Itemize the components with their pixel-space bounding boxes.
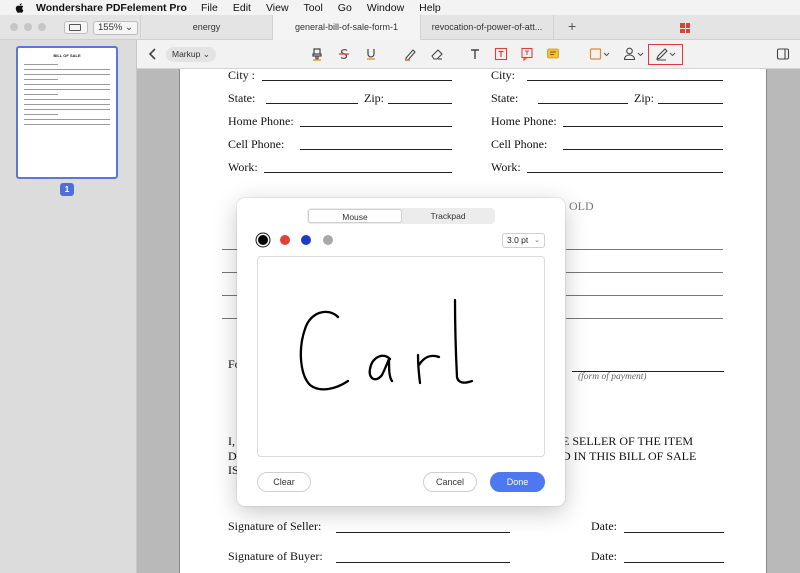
clear-button[interactable]: Clear xyxy=(257,472,311,492)
zoom-window-button[interactable] xyxy=(38,23,46,31)
label-cell-phone-left: Cell Phone: xyxy=(228,137,285,151)
apple-icon[interactable] xyxy=(14,2,26,14)
seller-date-label: Date: xyxy=(591,519,617,533)
color-swatch-gray[interactable] xyxy=(323,235,333,245)
declaration-line1-start: I, xyxy=(228,434,235,448)
label-home-phone-right: Home Phone: xyxy=(491,114,557,128)
menu-bar: Wondershare PDFelement Pro File Edit Vie… xyxy=(0,0,800,15)
menu-go[interactable]: Go xyxy=(338,2,352,14)
tab-mouse[interactable]: Mouse xyxy=(308,209,402,223)
label-state-left: State: xyxy=(228,91,256,105)
label-home-phone-left: Home Phone: xyxy=(228,114,294,128)
menu-file[interactable]: File xyxy=(201,2,218,14)
back-icon[interactable] xyxy=(145,46,161,62)
sidebar-icon xyxy=(69,24,81,31)
signature-icon[interactable] xyxy=(653,46,679,62)
signature-drawing-canvas[interactable] xyxy=(257,256,545,457)
section-heading-fragment: OLD xyxy=(569,199,594,213)
zoom-value: 155% xyxy=(98,22,123,33)
thumbnail-title: BILL OF SALE xyxy=(53,53,81,58)
new-tab-button[interactable]: + xyxy=(568,18,576,34)
window-controls xyxy=(10,23,46,31)
signature-dialog: Mouse Trackpad 3.0 pt ⌄ Clear Cancel Don… xyxy=(237,198,565,506)
highlight-icon[interactable] xyxy=(309,46,325,62)
apps-grid-icon[interactable] xyxy=(680,23,690,33)
menu-edit[interactable]: Edit xyxy=(233,2,251,14)
tab-energy[interactable]: energy xyxy=(140,15,272,40)
menu-help[interactable]: Help xyxy=(419,2,441,14)
declaration-line1-end: E SELLER OF THE ITEM xyxy=(562,434,694,448)
strikethrough-icon[interactable] xyxy=(336,46,352,62)
color-swatch-blue[interactable] xyxy=(301,235,311,245)
buyer-date-label: Date: xyxy=(591,549,617,563)
textbox-icon[interactable] xyxy=(493,46,509,62)
label-work-right: Work: xyxy=(491,160,521,174)
note-icon[interactable] xyxy=(545,46,561,62)
text-icon[interactable] xyxy=(467,46,483,62)
handwritten-signature xyxy=(299,298,474,391)
panel-icon[interactable] xyxy=(775,46,791,62)
input-mode-segmented-control: Mouse Trackpad xyxy=(307,208,495,224)
tab-trackpad[interactable]: Trackpad xyxy=(402,209,494,223)
tab-general-bill-of-sale[interactable]: general-bill-of-sale-form-1 xyxy=(272,15,420,40)
menu-window[interactable]: Window xyxy=(367,2,404,14)
label-city-left: City : xyxy=(228,69,256,82)
declaration-line2-start: D xyxy=(228,449,237,463)
seller-signature-label: Signature of Seller: xyxy=(228,519,322,533)
label-work-left: Work: xyxy=(228,160,258,174)
markup-mode-button[interactable]: Markup ⌄ xyxy=(166,47,216,62)
close-window-button[interactable] xyxy=(10,23,18,31)
callout-icon[interactable] xyxy=(519,46,535,62)
page-number-badge: 1 xyxy=(60,183,74,196)
label-zip-left: Zip: xyxy=(364,91,384,105)
label-cell-phone-right: Cell Phone: xyxy=(491,137,548,151)
page-thumbnail[interactable]: BILL OF SALE xyxy=(16,46,118,179)
underline-icon[interactable] xyxy=(363,46,379,62)
done-button[interactable]: Done xyxy=(490,472,545,492)
stroke-width-value: 3.0 pt xyxy=(507,235,529,245)
stamp-icon[interactable] xyxy=(621,46,647,62)
pencil-icon[interactable] xyxy=(402,46,418,62)
buyer-signature-label: Signature of Buyer: xyxy=(228,549,323,563)
chevron-down-icon: ⌄ xyxy=(534,237,540,244)
thumbnail-sidebar: BILL OF SALE 1 xyxy=(0,40,137,573)
tab-bar: 155% ⌄ energy general-bill-of-sale-form-… xyxy=(0,15,800,40)
label-city-right: City: xyxy=(491,69,516,82)
shape-icon[interactable] xyxy=(587,46,613,62)
declaration-line2-end: D IN THIS BILL OF SALE xyxy=(562,449,697,463)
color-swatch-black[interactable] xyxy=(258,235,268,245)
menu-tool[interactable]: Tool xyxy=(304,2,323,14)
cancel-button[interactable]: Cancel xyxy=(423,472,477,492)
markup-label: Markup xyxy=(172,49,201,59)
tab-revocation[interactable]: revocation-of-power-of-att... xyxy=(420,15,554,40)
sidebar-toggle-button[interactable] xyxy=(64,21,88,34)
app-name[interactable]: Wondershare PDFelement Pro xyxy=(36,2,187,14)
eraser-icon[interactable] xyxy=(429,46,445,62)
zoom-select[interactable]: 155% ⌄ xyxy=(93,21,138,35)
label-zip-right: Zip: xyxy=(634,91,654,105)
menu-view[interactable]: View xyxy=(266,2,289,14)
color-swatch-red[interactable] xyxy=(280,235,290,245)
form-of-payment-hint: (form of payment) xyxy=(578,372,647,382)
label-state-right: State: xyxy=(491,91,519,105)
minimize-window-button[interactable] xyxy=(24,23,32,31)
stroke-width-select[interactable]: 3.0 pt ⌄ xyxy=(502,233,545,248)
markup-toolbar: Markup ⌄ xyxy=(137,40,800,69)
